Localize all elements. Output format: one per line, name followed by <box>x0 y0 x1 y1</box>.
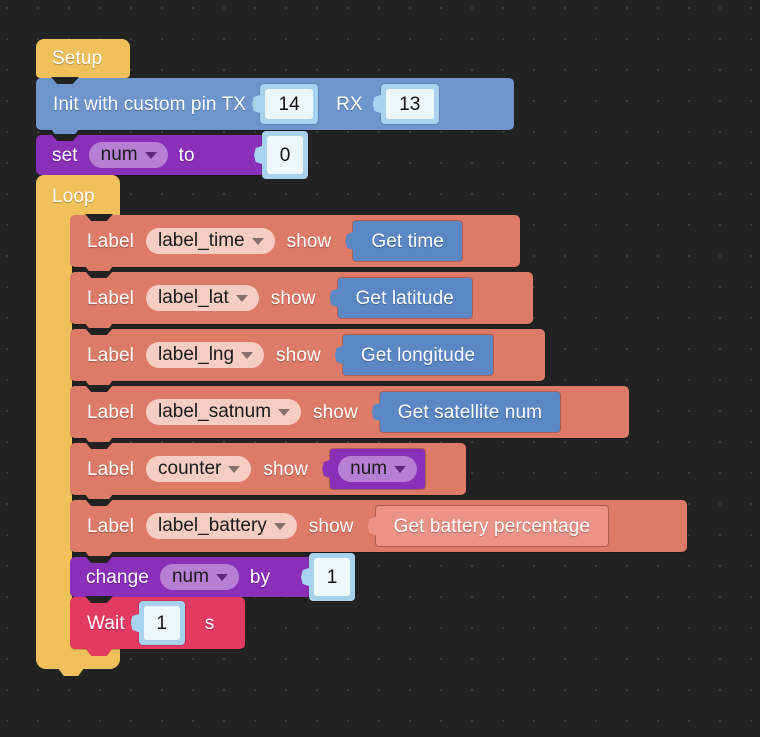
rx-pin-value[interactable]: 13 <box>385 89 434 119</box>
label-action: show <box>270 287 316 309</box>
num-variable-reporter[interactable]: num <box>330 449 426 489</box>
label-target-name: counter <box>158 458 222 479</box>
num-variable-name: num <box>350 458 388 479</box>
init-block-text: Init with custom pin TX <box>53 93 247 115</box>
chevron-down-icon <box>144 152 157 159</box>
label-target-dropdown[interactable]: label_battery <box>146 513 297 539</box>
label-target-dropdown[interactable]: label_satnum <box>146 399 302 425</box>
loop-bottom-nub <box>58 668 84 676</box>
get-time-reporter[interactable]: Get time <box>353 221 462 261</box>
get-battery-percentage-label: Get battery percentage <box>393 515 591 537</box>
wait-verb: Wait <box>87 612 125 634</box>
setup-hat-block[interactable]: Setup <box>36 39 130 85</box>
label-target-dropdown[interactable]: label_lat <box>146 285 259 311</box>
set-value[interactable]: 0 <box>267 136 303 174</box>
tx-pin-input[interactable]: 14 <box>260 84 319 124</box>
set-variable-name: num <box>100 144 138 165</box>
rx-pin-input[interactable]: 13 <box>380 84 439 124</box>
chevron-down-icon <box>235 295 248 302</box>
block-editor-canvas[interactable]: Setup Init with custom pin TX 14 RX 13 s… <box>0 0 760 737</box>
chevron-down-icon <box>251 238 264 245</box>
label-target-name: label_time <box>158 230 245 251</box>
set-variable-block[interactable]: set num to 0 <box>36 131 308 182</box>
wait-duration-value[interactable]: 1 <box>143 606 180 640</box>
get-time-label: Get time <box>371 230 444 252</box>
chevron-down-icon <box>215 574 228 581</box>
label-show-block[interactable]: Label label_lat show Get latitude <box>70 271 533 331</box>
label-verb: Label <box>87 401 134 423</box>
set-verb: set <box>52 144 78 166</box>
label-action: show <box>263 458 309 480</box>
change-value[interactable]: 1 <box>314 558 350 596</box>
get-latitude-label: Get latitude <box>355 287 454 309</box>
num-variable-dropdown[interactable]: num <box>338 456 418 482</box>
set-value-input[interactable]: 0 <box>262 131 308 179</box>
chevron-down-icon <box>278 409 291 416</box>
wait-block[interactable]: Wait 1 s <box>70 596 245 656</box>
label-show-block[interactable]: Label counter show num <box>70 442 466 502</box>
set-variable-dropdown[interactable]: num <box>88 142 168 168</box>
label-verb: Label <box>87 515 134 537</box>
label-verb: Label <box>87 287 134 309</box>
change-preposition: by <box>249 566 271 588</box>
get-battery-percentage-reporter[interactable]: Get battery percentage <box>375 506 609 546</box>
label-verb: Label <box>87 344 134 366</box>
label-target-dropdown[interactable]: counter <box>146 456 252 482</box>
set-preposition: to <box>178 144 195 166</box>
chevron-down-icon <box>394 466 407 473</box>
label-show-block[interactable]: Label label_satnum show Get satellite nu… <box>70 385 629 445</box>
label-verb: Label <box>87 230 134 252</box>
label-action: show <box>313 401 358 423</box>
label-show-block[interactable]: Label label_battery show Get battery per… <box>70 499 687 559</box>
get-satellite-num-reporter[interactable]: Get satellite num <box>379 392 561 432</box>
change-variable-block[interactable]: change num by 1 <box>70 553 355 604</box>
change-variable-name: num <box>171 566 209 587</box>
chevron-down-icon <box>228 466 241 473</box>
label-action: show <box>308 515 354 537</box>
label-show-block[interactable]: Label label_time show Get time <box>70 214 520 274</box>
wait-duration-input[interactable]: 1 <box>138 601 185 645</box>
change-value-input[interactable]: 1 <box>309 553 355 601</box>
label-target-name: label_lng <box>158 344 235 365</box>
tx-pin-value[interactable]: 14 <box>265 89 314 119</box>
loop-c-block[interactable]: Loop <box>36 175 120 226</box>
loop-hat-label: Loop <box>52 186 95 207</box>
change-verb: change <box>86 566 149 588</box>
label-verb: Label <box>87 458 134 480</box>
setup-hat-label: Setup <box>52 48 103 69</box>
label-show-block[interactable]: Label label_lng show Get longitude <box>70 328 545 388</box>
change-variable-dropdown[interactable]: num <box>159 564 239 590</box>
get-longitude-label: Get longitude <box>360 344 476 366</box>
label-target-name: label_battery <box>158 515 267 536</box>
label-action: show <box>286 230 332 252</box>
label-target-name: label_satnum <box>158 401 272 422</box>
label-target-name: label_lat <box>158 287 229 308</box>
wait-unit-label: s <box>204 612 215 634</box>
chevron-down-icon <box>273 523 286 530</box>
rx-label: RX <box>336 93 363 115</box>
label-target-dropdown[interactable]: label_time <box>146 228 275 254</box>
init-custom-pin-block[interactable]: Init with custom pin TX 14 RX 13 <box>36 77 514 137</box>
get-satellite-num-label: Get satellite num <box>397 401 543 423</box>
chevron-down-icon <box>241 352 254 359</box>
label-target-dropdown[interactable]: label_lng <box>146 342 265 368</box>
get-latitude-reporter[interactable]: Get latitude <box>337 278 472 318</box>
loop-left-arm <box>36 214 72 650</box>
get-longitude-reporter[interactable]: Get longitude <box>342 335 494 375</box>
label-action: show <box>276 344 321 366</box>
